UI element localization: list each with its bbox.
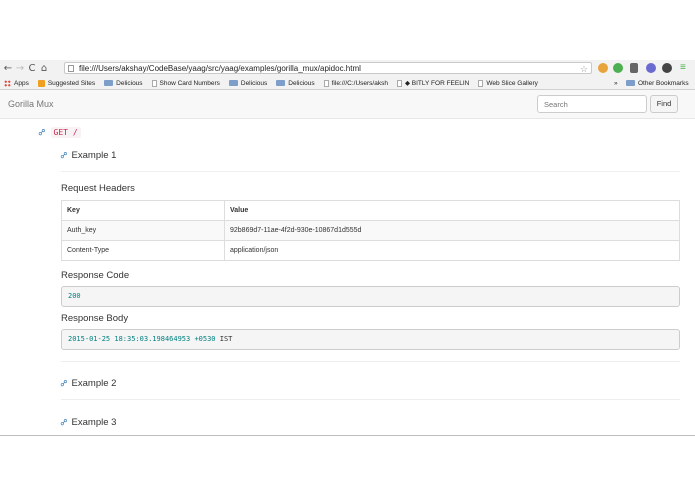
- example-title-text: Example 3: [71, 417, 117, 428]
- page-icon: [478, 79, 484, 87]
- bookmark-label: Delicious: [240, 79, 268, 87]
- folder-icon: [626, 80, 635, 86]
- link-icon[interactable]: ⚯: [59, 416, 71, 428]
- request-headers-heading: Request Headers: [61, 183, 135, 194]
- request-headers-table: Key Value Auth_key 92b869d7-11ae-4f2d-93…: [61, 200, 680, 261]
- extension-green-icon[interactable]: [613, 63, 623, 73]
- reload-icon[interactable]: C: [26, 63, 38, 74]
- brand-title[interactable]: Gorilla Mux: [8, 99, 54, 109]
- search-input[interactable]: [537, 95, 647, 113]
- url-text: file:///Users/akshay/CodeBase/yaag/src/y…: [79, 64, 361, 73]
- table-cell: Auth_key: [61, 220, 225, 241]
- link-icon[interactable]: ⚯: [59, 149, 71, 161]
- folder-icon: [228, 80, 238, 86]
- window-bottom-edge: [0, 435, 695, 436]
- bookmark-delicious[interactable]: Delicious: [228, 79, 268, 87]
- response-body-heading: Response Body: [61, 313, 129, 324]
- back-icon[interactable]: ←: [2, 63, 14, 74]
- extension-tool-icon[interactable]: [630, 63, 638, 73]
- folder-icon: [276, 80, 286, 86]
- menu-icon[interactable]: ≡: [680, 62, 686, 73]
- bookmark-label: Show Card Numbers: [159, 79, 220, 87]
- bookmark-label: Apps: [14, 79, 29, 87]
- bookmark-apps[interactable]: Apps: [4, 79, 29, 87]
- table-header-row: Key Value: [61, 200, 680, 221]
- find-button[interactable]: Find: [650, 95, 678, 113]
- forward-icon[interactable]: →: [14, 63, 26, 74]
- address-bar-row: ← → C ⌂ file:///Users/akshay/CodeBase/ya…: [0, 60, 695, 77]
- response-body-zone: IST: [219, 335, 233, 343]
- example-3-title: ⚯ Example 3: [59, 416, 117, 428]
- extension-pen-icon[interactable]: [662, 63, 672, 73]
- example-title-text: Example 2: [71, 378, 117, 389]
- folder-icon: [104, 80, 114, 86]
- browser-window: ← → C ⌂ file:///Users/akshay/CodeBase/ya…: [0, 60, 695, 90]
- bookmarks-bar: Apps Suggested Sites Delicious Show Card…: [0, 77, 695, 90]
- bookmark-label: file:///C:/Users/aksh: [331, 79, 388, 87]
- response-body-box: 2015-01-25 18:35:03.198464953 +0530 IST: [61, 329, 680, 350]
- page-icon: [68, 65, 74, 72]
- divider: [61, 399, 680, 400]
- suggested-sites-icon: [37, 79, 45, 87]
- bookmark-delicious[interactable]: Delicious: [104, 79, 143, 87]
- column-header: Key: [61, 200, 225, 221]
- bookmark-bitly[interactable]: ◆ BITLY FOR FEELIN: [396, 79, 470, 87]
- bookmark-star-icon[interactable]: ☆: [580, 63, 588, 73]
- home-icon[interactable]: ⌂: [38, 63, 50, 74]
- table-cell: 92b869d7-11ae-4f2d-930e-10867d1d555d: [224, 220, 680, 241]
- table-cell: application/json: [224, 240, 680, 261]
- bookmark-label: Delicious: [288, 79, 315, 87]
- bookmark-web-slice-gallery[interactable]: Web Slice Gallery: [478, 79, 538, 87]
- column-header: Value: [224, 200, 680, 221]
- table-row: Auth_key 92b869d7-11ae-4f2d-930e-10867d1…: [61, 220, 680, 241]
- example-2-title: ⚯ Example 2: [59, 377, 117, 389]
- table-row: Content-Type application/json: [61, 240, 680, 261]
- divider: [61, 171, 680, 172]
- page-icon: [323, 79, 329, 87]
- endpoint-method-path: GET /: [50, 127, 81, 138]
- bookmark-label: ◆ BITLY FOR FEELIN: [404, 80, 470, 87]
- link-icon[interactable]: ⚯: [37, 126, 49, 138]
- bookmark-other-bookmarks[interactable]: Other Bookmarks: [626, 80, 689, 87]
- response-code-value: 200: [68, 292, 81, 300]
- apps-grid-icon: [4, 79, 11, 87]
- bookmark-label: Other Bookmarks: [638, 79, 689, 87]
- link-icon[interactable]: ⚯: [59, 377, 71, 389]
- example-title-text: Example 1: [71, 150, 117, 161]
- url-input[interactable]: file:///Users/akshay/CodeBase/yaag/src/y…: [64, 62, 592, 74]
- page-icon: [396, 79, 402, 87]
- bookmark-file-link[interactable]: file:///C:/Users/aksh: [323, 79, 388, 87]
- table-cell: Content-Type: [61, 240, 225, 261]
- bookmark-show-card-numbers[interactable]: Show Card Numbers: [151, 79, 220, 87]
- response-body-date: 2015-01-25: [68, 335, 111, 343]
- bookmark-label: Web Slice Gallery: [486, 79, 538, 87]
- endpoint-heading: ⚯ GET /: [37, 126, 81, 139]
- response-body-time: 18:35:03.198464953: [114, 335, 191, 343]
- example-1-title: ⚯ Example 1: [59, 149, 117, 161]
- divider: [61, 361, 680, 362]
- response-body-offset: +0530: [194, 335, 216, 343]
- response-code-box: 200: [61, 286, 680, 307]
- bookmark-suggested-sites[interactable]: Suggested Sites: [37, 79, 96, 87]
- bookmark-label: Delicious: [116, 79, 143, 87]
- bookmark-delicious[interactable]: Delicious: [276, 79, 315, 87]
- bookmarks-overflow-button[interactable]: »: [614, 80, 618, 87]
- page-icon: [151, 79, 157, 87]
- extension-globe-icon[interactable]: [646, 63, 656, 73]
- response-code-heading: Response Code: [61, 270, 130, 281]
- bookmark-label: Suggested Sites: [47, 79, 96, 87]
- extension-hand-icon[interactable]: [598, 63, 608, 73]
